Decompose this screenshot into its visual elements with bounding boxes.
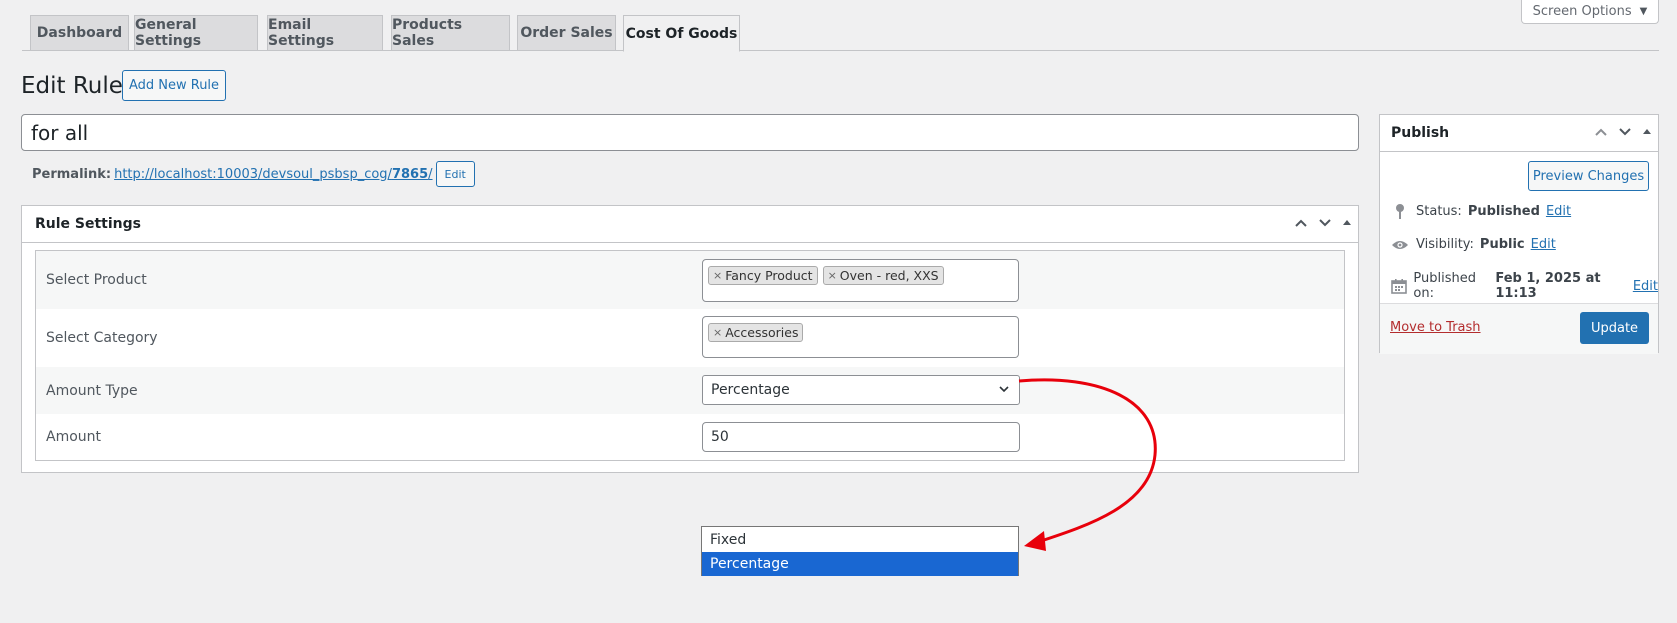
product-chip[interactable]: × Fancy Product	[708, 266, 818, 285]
rule-settings-table: Select Product × Fancy Product × Oven - re…	[35, 250, 1345, 461]
product-chip-label: Fancy Product	[725, 268, 813, 283]
select-category-field[interactable]: × Accessories	[702, 316, 1019, 358]
visibility-value: Public	[1479, 237, 1525, 252]
screen-options-button[interactable]: Screen Options ▼	[1521, 0, 1659, 24]
visibility-row: Visibility: Public Edit	[1390, 237, 1556, 252]
published-on-edit-link[interactable]: Edit	[1633, 279, 1658, 294]
tab-email-settings[interactable]: Email Settings	[267, 15, 383, 51]
toggle-panel-icon[interactable]	[1342, 217, 1352, 233]
move-to-trash-link[interactable]: Move to Trash	[1390, 320, 1481, 335]
permalink-trailing: /	[428, 166, 433, 182]
add-new-rule-button[interactable]: Add New Rule	[122, 70, 226, 101]
permalink-edit-button[interactable]: Edit	[435, 161, 475, 187]
amount-row: Amount 50	[36, 414, 1344, 460]
page-title: Edit Rule	[21, 73, 123, 99]
published-on-label: Published on:	[1413, 271, 1476, 301]
permalink-url-base: http://localhost:10003/devsoul_psbsp_cog…	[114, 166, 392, 182]
amount-type-value: Percentage	[711, 382, 790, 398]
calendar-icon	[1390, 278, 1407, 294]
visibility-edit-link[interactable]: Edit	[1531, 237, 1556, 252]
tab-dashboard[interactable]: Dashboard	[30, 15, 129, 51]
amount-input[interactable]: 50	[702, 422, 1020, 452]
publish-title: Publish	[1391, 125, 1450, 141]
remove-chip-icon[interactable]: ×	[713, 269, 722, 282]
tab-order-sales[interactable]: Order Sales	[517, 15, 616, 51]
permalink-link[interactable]: http://localhost:10003/devsoul_psbsp_cog…	[114, 167, 432, 182]
screen-options-label: Screen Options	[1532, 4, 1632, 19]
caret-down-icon: ▼	[1639, 6, 1648, 17]
category-chip[interactable]: × Accessories	[708, 323, 804, 342]
eye-icon	[1390, 239, 1410, 251]
status-edit-link[interactable]: Edit	[1546, 204, 1571, 219]
permalink-slug: 7865	[391, 166, 429, 182]
product-chip[interactable]: × Oven - red, XXS	[822, 266, 944, 285]
select-category-row: Select Category × Accessories	[36, 309, 1344, 367]
amount-type-select[interactable]: Percentage	[702, 375, 1020, 405]
option-fixed[interactable]: Fixed	[702, 528, 1018, 552]
amount-label: Amount	[46, 429, 102, 445]
tab-products-sales[interactable]: Products Sales	[391, 15, 510, 51]
permalink: Permalink: http://localhost:10003/devsou…	[32, 161, 475, 187]
status-label: Status:	[1416, 203, 1462, 219]
select-product-row: Select Product × Fancy Product × Oven - re…	[36, 251, 1344, 309]
remove-chip-icon[interactable]: ×	[828, 269, 837, 282]
post-title-input[interactable]: for all	[21, 114, 1359, 151]
rule-settings-title: Rule Settings	[35, 216, 141, 232]
publish-box: Publish Preview Changes Status: Publishe…	[1379, 114, 1659, 354]
published-on-value: Feb 1, 2025 at 11:13	[1495, 271, 1601, 301]
select-product-field[interactable]: × Fancy Product × Oven - red, XXS	[702, 259, 1019, 302]
remove-chip-icon[interactable]: ×	[713, 326, 722, 339]
update-button[interactable]: Update	[1580, 312, 1649, 344]
chevron-up-icon[interactable]	[1594, 125, 1608, 142]
tab-general-settings[interactable]: General Settings	[134, 15, 258, 51]
amount-type-row: Amount Type Percentage	[36, 367, 1344, 414]
tab-cost-of-goods[interactable]: Cost Of Goods	[623, 15, 740, 52]
preview-changes-button[interactable]: Preview Changes	[1528, 161, 1649, 191]
product-chip-label: Oven - red, XXS	[839, 268, 939, 283]
select-product-label: Select Product	[46, 272, 147, 288]
amount-type-dropdown-list: Fixed Percentage	[701, 526, 1019, 576]
rule-settings-box: Rule Settings Select Product × Fancy Prod…	[21, 205, 1359, 473]
pin-icon	[1390, 203, 1410, 219]
chevron-down-icon	[999, 386, 1009, 393]
category-chip-label: Accessories	[725, 325, 799, 340]
publish-header: Publish	[1380, 115, 1658, 152]
chevron-down-icon[interactable]	[1318, 216, 1332, 233]
chevron-down-icon[interactable]	[1618, 125, 1632, 142]
toggle-panel-icon[interactable]	[1642, 126, 1652, 142]
permalink-label: Permalink:	[32, 166, 112, 182]
publish-actions: Move to Trash Update	[1380, 303, 1658, 354]
publish-controls	[1594, 115, 1652, 152]
published-on-row: Published on: Feb 1, 2025 at 11:13 Edit	[1390, 271, 1658, 301]
option-percentage[interactable]: Percentage	[702, 552, 1018, 576]
rule-settings-header: Rule Settings	[22, 206, 1358, 243]
chevron-up-icon[interactable]	[1294, 216, 1308, 233]
rule-settings-controls	[1294, 206, 1352, 243]
select-category-label: Select Category	[46, 330, 158, 346]
status-value: Published	[1467, 203, 1540, 219]
amount-type-label: Amount Type	[46, 382, 138, 399]
status-row: Status: Published Edit	[1390, 203, 1571, 219]
visibility-label: Visibility:	[1416, 237, 1474, 252]
